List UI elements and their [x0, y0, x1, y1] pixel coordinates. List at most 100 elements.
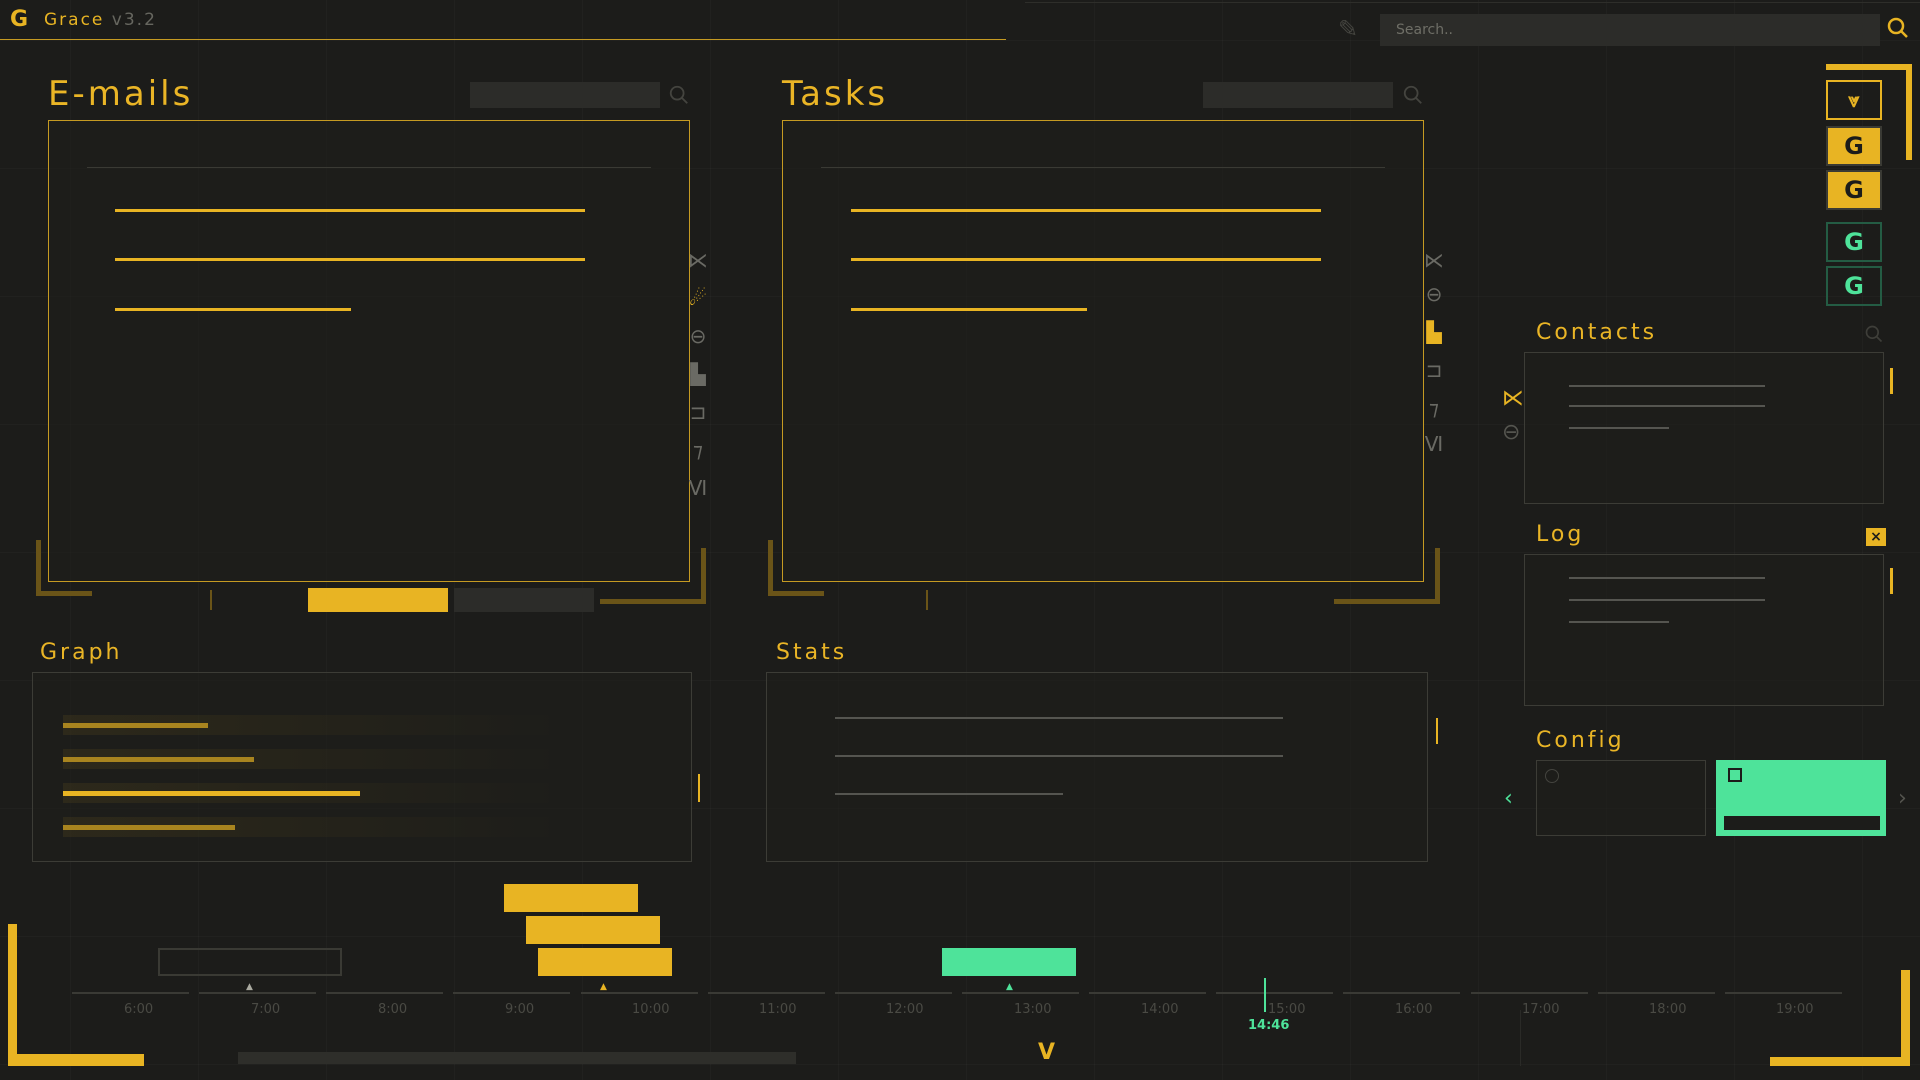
app-name: Grace [44, 10, 105, 30]
grace-button-2[interactable]: G [1826, 170, 1882, 210]
timeline-hour-label: 12:00 [886, 1002, 924, 1017]
timeline-segment [835, 992, 952, 994]
timeline-segment [326, 992, 443, 994]
emails-search-input[interactable] [470, 82, 660, 108]
seven-icon[interactable]: ⁊ [1420, 394, 1448, 422]
emails-corner-left [36, 540, 92, 596]
grace-button-3[interactable]: G [1826, 222, 1882, 262]
tasks-panel-divider [821, 167, 1385, 168]
timeline-segment [199, 992, 316, 994]
bars-icon[interactable]: ▙ [684, 360, 712, 388]
contact-item-line[interactable] [1569, 405, 1765, 407]
bars-icon[interactable]: ▙ [1420, 318, 1448, 346]
graph-title: Graph [40, 640, 123, 665]
search-input[interactable]: Search.. [1380, 14, 1880, 46]
stats-scroll-marker [1436, 718, 1438, 744]
timeline-segment [1471, 992, 1588, 994]
email-item-line[interactable] [115, 308, 351, 311]
log-item-line[interactable] [1569, 599, 1765, 601]
search-icon[interactable] [1886, 16, 1910, 40]
timeline-segment [708, 992, 825, 994]
tasks-corner-right [1334, 548, 1440, 604]
email-item-line[interactable] [115, 258, 585, 261]
emails-panel [48, 120, 690, 582]
config-prev-icon[interactable]: ‹ [1504, 786, 1513, 811]
grace-button-1[interactable]: G [1826, 126, 1882, 166]
kick-icon[interactable]: ⋉ [1420, 246, 1448, 274]
config-option-2[interactable] [1716, 760, 1886, 836]
link-icon[interactable]: ⊖ [1420, 280, 1448, 308]
graph-panel [32, 672, 692, 862]
log-item-line[interactable] [1569, 577, 1765, 579]
timeline-hour-label: 18:00 [1649, 1002, 1687, 1017]
timeline-event-2[interactable] [526, 916, 660, 944]
timeline-axis: 6:00 7:00 8:00 9:00 10:00 11:00 12:00 13:00 14:0… [70, 990, 1850, 1030]
log-close-icon[interactable]: × [1866, 528, 1886, 546]
return-icon[interactable]: ⊐ [1420, 356, 1448, 384]
timeline-hour-label: 19:00 [1776, 1002, 1814, 1017]
timeline-hour-label: 16:00 [1395, 1002, 1433, 1017]
graph-bar[interactable] [63, 723, 208, 728]
emails-panel-divider [87, 167, 651, 168]
link-icon[interactable]: ⊖ [684, 322, 712, 350]
timeline-event-1[interactable] [504, 884, 638, 912]
timeline-event-green[interactable] [942, 948, 1076, 976]
config-next-icon[interactable]: › [1898, 786, 1907, 811]
timeline-segment [581, 992, 698, 994]
contacts-link-icon[interactable]: ⊖ [1502, 420, 1520, 445]
pin-icon[interactable]: ✎ [1338, 16, 1358, 42]
app-logo-icon[interactable]: G [10, 8, 28, 32]
current-time-line [1264, 978, 1266, 1012]
log-item-line[interactable] [1569, 621, 1669, 623]
comet-icon[interactable]: ☄ [684, 284, 712, 312]
contact-item-line[interactable] [1569, 427, 1669, 429]
timeline-hour-label: 9:00 [505, 1002, 535, 1017]
kick-icon[interactable]: ⋉ [684, 246, 712, 274]
config-option-1[interactable] [1536, 760, 1706, 836]
collapse-button[interactable]: ⩔ [1826, 80, 1882, 120]
contacts-scroll-marker [1890, 368, 1893, 394]
graph-bar[interactable] [63, 757, 254, 762]
stats-panel [766, 672, 1428, 862]
timeline-scrollbar[interactable] [238, 1052, 796, 1064]
email-item-line[interactable] [115, 209, 585, 212]
tasks-search-input[interactable] [1203, 82, 1393, 108]
grace-button-4[interactable]: G [1826, 266, 1882, 306]
vi-icon[interactable]: Ⅵ [1420, 430, 1448, 458]
timeline-segment [1216, 992, 1333, 994]
task-item-line[interactable] [851, 258, 1321, 261]
emails-title: E-mails [48, 74, 194, 114]
stats-line [835, 755, 1283, 757]
app-version: v3.2 [111, 10, 157, 30]
timeline-segment [72, 992, 189, 994]
contacts-kick-icon[interactable]: ⋉ [1502, 386, 1524, 411]
radio-icon [1545, 769, 1559, 783]
tasks-page-tick [926, 590, 928, 610]
vf-logo-icon[interactable]: V [1038, 1040, 1055, 1065]
contact-item-line[interactable] [1569, 385, 1765, 387]
graph-bar[interactable] [63, 825, 235, 830]
log-panel [1524, 554, 1884, 706]
emails-search-icon[interactable] [668, 84, 690, 110]
timeline-event-empty[interactable] [158, 948, 342, 976]
timeline-hour-label: 15:00 [1268, 1002, 1306, 1017]
timeline-event-3[interactable] [538, 948, 672, 976]
timeline-divider [1520, 1010, 1521, 1066]
vi-icon[interactable]: Ⅵ [684, 474, 712, 502]
app-title: Grace v3.2 [44, 10, 157, 30]
emails-page-tick [210, 590, 212, 610]
emails-corner-right [600, 548, 706, 604]
contacts-search-icon[interactable] [1864, 324, 1884, 348]
graph-bar[interactable] [63, 791, 360, 796]
return-icon[interactable]: ⊐ [684, 398, 712, 426]
seven-icon[interactable]: ⁊ [684, 436, 712, 464]
emails-page-active[interactable] [308, 588, 448, 612]
tasks-search-icon[interactable] [1402, 84, 1424, 110]
task-item-line[interactable] [851, 308, 1087, 311]
tasks-icon-toolbar: ⋉ ⊖ ▙ ⊐ ⁊ Ⅵ [1420, 246, 1448, 458]
timeline-hour-label: 13:00 [1014, 1002, 1052, 1017]
task-item-line[interactable] [851, 209, 1321, 212]
timeline-segment [1089, 992, 1206, 994]
emails-page-next[interactable] [454, 588, 594, 612]
contacts-panel [1524, 352, 1884, 504]
